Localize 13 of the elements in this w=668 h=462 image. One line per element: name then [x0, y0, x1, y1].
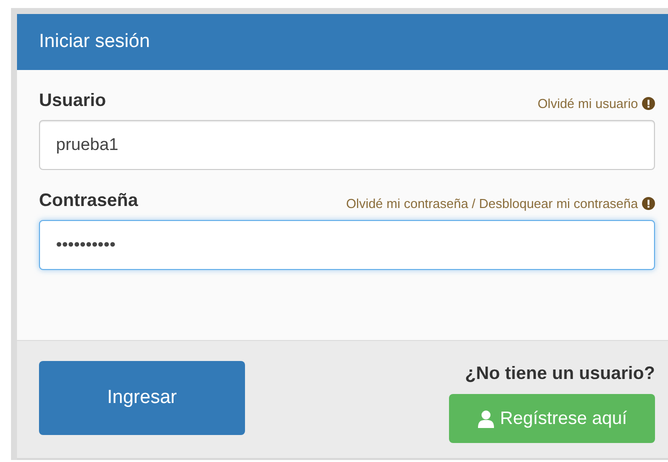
- panel-title: Iniciar sesión: [17, 14, 668, 70]
- login-button[interactable]: Ingresar: [39, 361, 245, 435]
- user-icon: [476, 410, 495, 428]
- exclamation-icon: [642, 197, 655, 210]
- exclamation-icon: [642, 97, 655, 110]
- register-button[interactable]: Regístrese aquí: [449, 394, 655, 443]
- help-link[interactable]: Olvidé mi usuario: [538, 96, 655, 111]
- field-label: Usuario: [39, 90, 106, 111]
- register-prompt: ¿No tiene un usuario?: [464, 362, 655, 384]
- help-link[interactable]: Olvidé mi contraseña / Desbloquear mi contraseña: [346, 196, 655, 211]
- input-field[interactable]: ••••••••••: [39, 220, 655, 270]
- field-label: Contraseña: [39, 190, 138, 211]
- input-field[interactable]: prueba1: [39, 120, 655, 170]
